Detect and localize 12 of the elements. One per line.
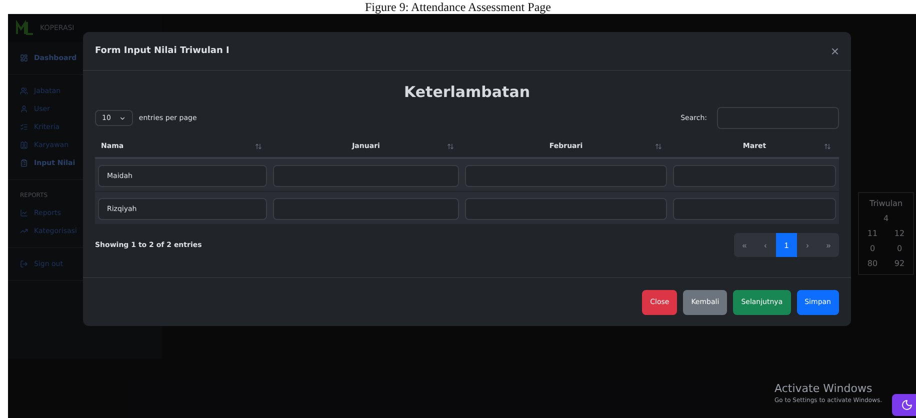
table-cell-text: 80 [866,259,879,268]
table-header: Triwulan [868,199,904,208]
table-cell-text: 11 [866,229,879,238]
table-cell-text: 0 [868,244,876,253]
figure-caption: Figure 9: Attendance Assessment Page [365,0,551,14]
table-cell-text: 92 [893,259,906,268]
modal-title: Form Input Nilai Triwulan I [95,46,230,56]
table-cell-text: 12 [893,229,906,238]
activation-title: Activate Windows [774,382,874,395]
table-header: 4 [882,214,890,223]
section-heading: Keterlambatan [403,83,531,101]
table-cell-text: 0 [896,244,904,253]
